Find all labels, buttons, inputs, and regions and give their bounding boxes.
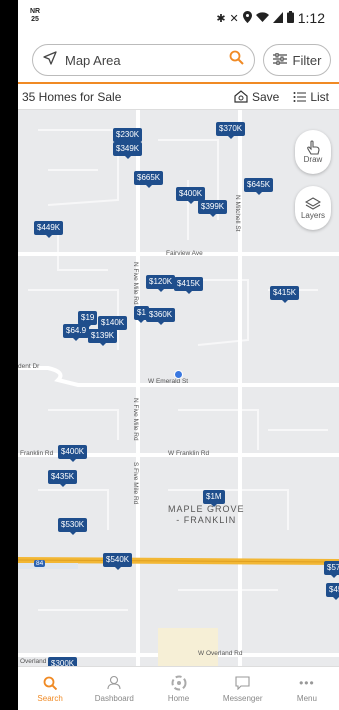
- status-time: 1:12: [297, 10, 325, 26]
- road-label-s-five-mile: S Five Mile Rd: [132, 462, 139, 505]
- results-count: 35 Homes for Sale: [22, 89, 122, 104]
- nav-menu-label: Menu: [296, 693, 317, 703]
- location-icon: [242, 10, 252, 26]
- home-logo-icon: [171, 675, 187, 691]
- price-pin[interactable]: $19: [78, 311, 98, 328]
- nav-home[interactable]: Home: [146, 667, 210, 710]
- message-icon: [235, 675, 250, 691]
- price-pin[interactable]: $300K: [48, 657, 78, 666]
- price-pin[interactable]: $435K: [48, 470, 78, 487]
- more-dots-icon: •••: [299, 675, 315, 690]
- list-label: List: [310, 89, 329, 104]
- search-icon[interactable]: [229, 50, 244, 70]
- save-search-button[interactable]: Save: [234, 90, 279, 104]
- search-icon: [43, 675, 58, 691]
- filter-label: Filter: [292, 52, 322, 68]
- price-pin[interactable]: $120K: [146, 275, 176, 292]
- road-label-overland-w: W Overland Rd: [198, 650, 243, 657]
- user-icon: [107, 675, 121, 691]
- bottom-nav: Search Dashboard Home Messenger ••• Menu: [18, 666, 339, 710]
- price-pin[interactable]: $530K: [58, 518, 88, 535]
- price-pin[interactable]: $665K: [134, 171, 164, 188]
- battery-icon: [286, 10, 294, 26]
- price-pin[interactable]: $349K: [113, 142, 143, 159]
- road-label-n-five-mile-2: N Five Mile Rd: [132, 398, 139, 441]
- nav-messenger[interactable]: Messenger: [211, 667, 275, 710]
- draw-hand-icon: [307, 140, 320, 155]
- price-pin[interactable]: $399K: [198, 200, 228, 217]
- layers-label: Layers: [300, 210, 325, 220]
- price-pin[interactable]: $370K: [216, 122, 246, 139]
- road-label-emerald: W Emerald St: [148, 378, 189, 385]
- signal-icon: [272, 11, 283, 26]
- price-pin[interactable]: $645K: [244, 178, 274, 195]
- list-icon: [293, 91, 307, 102]
- road-label-dent: dent Dr: [18, 363, 40, 370]
- road-label-fairview: Fairview Ave: [166, 250, 203, 257]
- road-label-franklin: Franklin Rd: [20, 450, 54, 457]
- current-location-dot: [174, 370, 183, 379]
- price-pin[interactable]: $400K: [176, 187, 206, 204]
- price-pin[interactable]: $57: [324, 561, 339, 578]
- nav-home-label: Home: [167, 693, 190, 703]
- status-bar: NR 25 ✱ ✕ 1:12: [18, 0, 339, 38]
- search-input[interactable]: Map Area: [65, 53, 221, 68]
- navigation-arrow-icon[interactable]: [43, 50, 57, 70]
- area-label-line1: MAPLE GROVE: [168, 504, 245, 514]
- road-label-n-mitchell: N Mitchell St: [234, 195, 241, 232]
- save-label: Save: [251, 89, 280, 104]
- search-bar[interactable]: Map Area: [32, 44, 255, 76]
- nav-dashboard-label: Dashboard: [94, 693, 134, 703]
- status-left-top: NR: [30, 8, 41, 15]
- road-label-franklin-w: W Franklin Rd: [168, 450, 210, 457]
- draw-label: Draw: [303, 155, 323, 164]
- draw-button[interactable]: Draw: [295, 130, 331, 174]
- price-pin[interactable]: $140K: [98, 316, 128, 333]
- phone-screen: NR 25 ✱ ✕ 1:12 Map Area Filter 35 Homes …: [18, 0, 339, 710]
- sliders-icon: [272, 52, 287, 68]
- nav-messenger-label: Messenger: [222, 693, 263, 703]
- save-search-icon: [234, 90, 248, 103]
- status-right: ✱ ✕ 1:12: [216, 10, 325, 26]
- area-label-line2: - FRANKLIN: [176, 515, 237, 525]
- nav-search[interactable]: Search: [18, 667, 82, 710]
- price-pin[interactable]: $360K: [146, 308, 176, 325]
- filter-button[interactable]: Filter: [263, 44, 331, 76]
- price-pin[interactable]: $230K: [113, 128, 143, 145]
- price-pin[interactable]: $45: [326, 583, 339, 600]
- price-pin[interactable]: $540K: [103, 553, 133, 570]
- nav-menu[interactable]: ••• Menu: [275, 667, 339, 710]
- search-row: Map Area Filter: [32, 44, 331, 76]
- price-pin[interactable]: $139K: [88, 329, 118, 346]
- nav-dashboard[interactable]: Dashboard: [82, 667, 146, 710]
- price-pin[interactable]: $415K: [174, 277, 204, 294]
- area-label: MAPLE GROVE - FRANKLIN: [168, 504, 245, 526]
- price-pin[interactable]: $1M: [203, 490, 225, 507]
- status-left: NR 25: [30, 8, 40, 24]
- mute-icon: ✕: [229, 12, 239, 25]
- results-bar: 35 Homes for Sale Save List: [18, 84, 339, 110]
- layers-button[interactable]: Layers: [295, 186, 331, 230]
- map-view[interactable]: Fairview Ave N Five Mile Rd N Mitchell S…: [18, 110, 339, 666]
- price-pin[interactable]: $415K: [270, 286, 300, 303]
- list-view-button[interactable]: List: [293, 90, 329, 104]
- nav-search-label: Search: [37, 693, 63, 703]
- interstate-shield: 84: [34, 560, 46, 567]
- status-left-bottom: 25: [31, 16, 39, 23]
- price-pin[interactable]: $64.9: [63, 324, 90, 341]
- road-label-n-five-mile: N Five Mile Rd: [132, 262, 139, 305]
- price-pin[interactable]: $449K: [34, 221, 64, 238]
- price-pin[interactable]: $400K: [58, 445, 88, 462]
- wifi-icon: [255, 11, 269, 26]
- layers-icon: [305, 196, 321, 210]
- bluetooth-icon: ✱: [216, 12, 226, 25]
